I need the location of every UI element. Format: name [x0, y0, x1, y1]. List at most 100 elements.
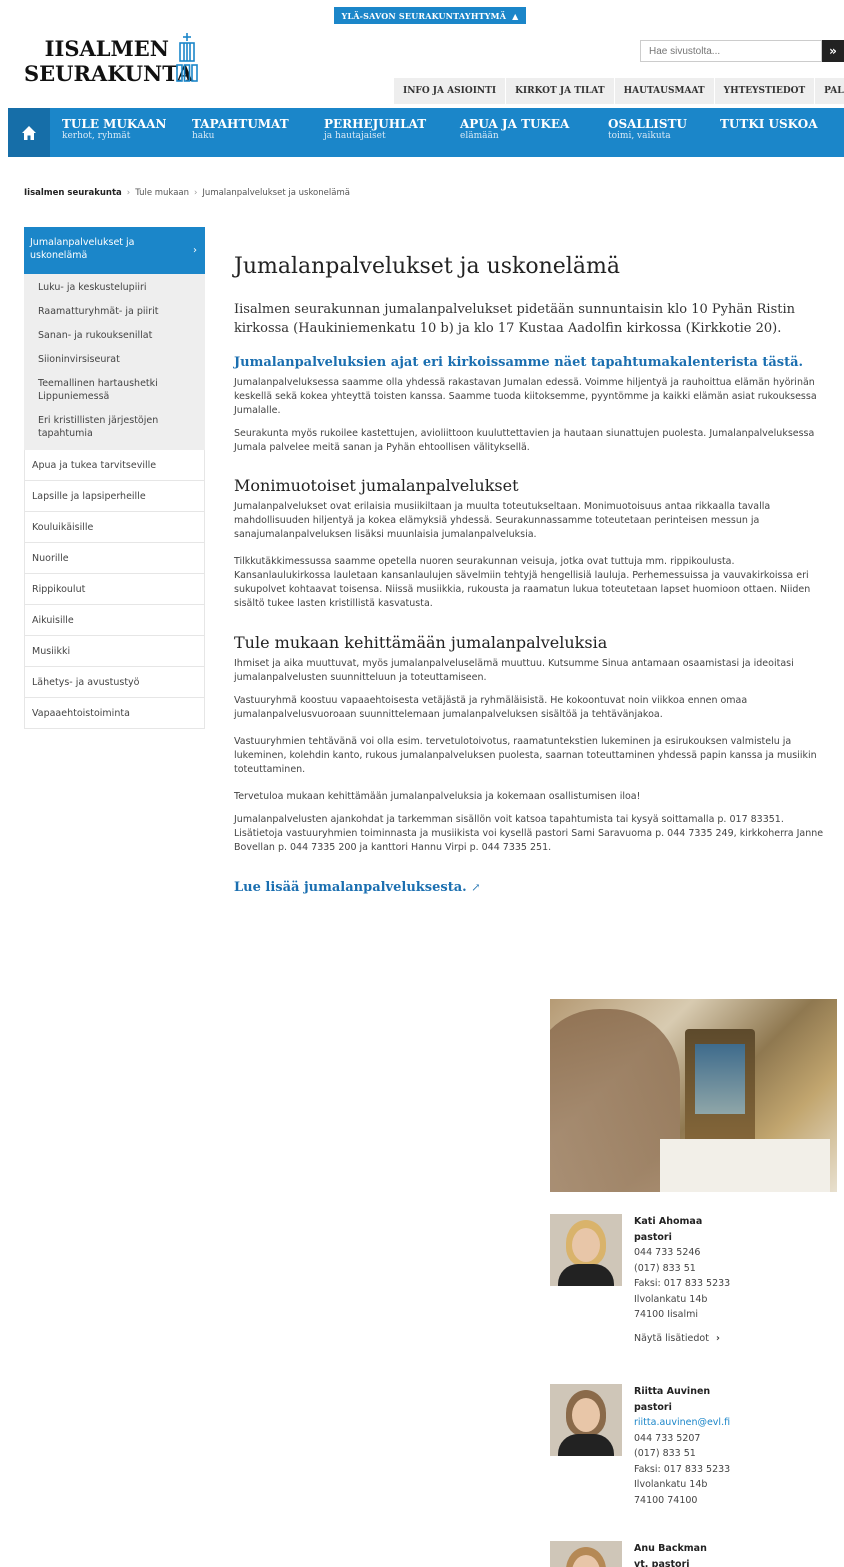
sidebar-item[interactable]: Apua ja tukea tarvitseville: [24, 450, 205, 481]
contact-city: 74100 Iisalmi: [634, 1309, 698, 1320]
sidebar-item[interactable]: Vapaaehtoistoiminta: [24, 698, 205, 729]
search-input[interactable]: [640, 40, 822, 62]
contact-phone: (017) 833 51: [634, 1448, 696, 1459]
breadcrumb-home[interactable]: Iisalmen seurakunta: [24, 188, 122, 198]
chevron-right-icon: ›: [715, 1332, 720, 1344]
section-heading-diverse: Monimuotoiset jumalanpalvelukset: [234, 476, 519, 495]
sidebar-item[interactable]: Musiikki: [24, 636, 205, 667]
section-heading-develop: Tule mukaan kehittämään jumalanpalveluks…: [234, 633, 608, 652]
nav-events[interactable]: TAPAHTUMAT haku: [192, 108, 324, 157]
nav-events-title: TAPAHTUMAT: [192, 117, 289, 131]
contact-card: Riitta Auvinen pastori riitta.auvinen@ev…: [550, 1384, 840, 1524]
sidebar-subitem[interactable]: Sanan- ja rukouksenillat: [24, 324, 205, 348]
sidebar: Jumalanpalvelukset ja uskonelämä › Luku-…: [24, 227, 205, 729]
utility-nav-cemeteries[interactable]: HAUTAUSMAAT: [613, 78, 714, 104]
avatar: [550, 1541, 622, 1567]
paragraph: Vastuuryhmien tehtävänä voi olla esim. t…: [234, 736, 817, 775]
top-region-bar[interactable]: YLÄ-SAVON SEURAKUNTAYHTYMÄ ▲: [334, 7, 526, 24]
breadcrumb-current: Jumalanpalvelukset ja uskonelämä: [202, 188, 350, 198]
sidebar-item-active[interactable]: Jumalanpalvelukset ja uskonelämä ›: [24, 227, 205, 274]
utility-nav-contacts[interactable]: YHTEYSTIEDOT: [713, 78, 815, 104]
utility-nav: INFO JA ASIOINTI KIRKOT JA TILAT HAUTAUS…: [393, 78, 844, 104]
avatar: [550, 1214, 622, 1286]
contact-phone: 044 733 5207: [634, 1432, 701, 1444]
nav-help-sub: elämään: [460, 131, 499, 141]
contact-fax: Faksi: 017 833 5233: [634, 1278, 731, 1289]
contact-street: Ilvolankatu 14b: [634, 1293, 708, 1305]
nav-family-sub: ja hautajaiset: [324, 131, 386, 141]
nav-family-title: PERHEJUHLAT: [324, 117, 427, 131]
main-nav: TULE MUKAAN kerhot, ryhmät TAPAHTUMAT ha…: [8, 108, 844, 157]
breadcrumb: Iisalmen seurakunta › Tule mukaan › Jumalanp…: [24, 188, 350, 198]
sidebar-item[interactable]: Kouluikäisille: [24, 512, 205, 543]
sidebar-subitem[interactable]: Teemallinen hartaushetki Lippuniemessä: [24, 372, 205, 409]
paragraph: Vastuuryhmä koostuu vapaaehtoisesta vetä…: [234, 695, 748, 720]
sidebar-subitem[interactable]: Eri kristillisten järjestöjen tapahtumia: [24, 409, 205, 446]
logo-line1: IISALMEN: [44, 36, 169, 61]
contact-title: vt. pastori: [634, 1558, 690, 1567]
nav-participate-title: OSALLISTU: [608, 117, 687, 131]
logo-line2: SEURAKUNTA: [24, 61, 194, 86]
nav-join[interactable]: TULE MUKAAN kerhot, ryhmät: [62, 108, 192, 157]
breadcrumb-level1[interactable]: Tule mukaan: [135, 188, 189, 198]
contact-card: Anu Backman vt. pastori: [550, 1541, 840, 1567]
contact-phone: 044 733 5246: [634, 1247, 701, 1258]
search-button[interactable]: »: [822, 40, 844, 62]
sidebar-subitem[interactable]: Luku- ja keskustelupiiri: [24, 276, 205, 300]
sidebar-item[interactable]: Rippikoulut: [24, 574, 205, 605]
sidebar-active-label: Jumalanpalvelukset ja uskonelämä: [30, 237, 135, 261]
external-link-icon: ↗: [471, 881, 481, 894]
home-icon[interactable]: [8, 108, 50, 157]
sidebar-item[interactable]: Nuorille: [24, 543, 205, 574]
paragraph: Jumalanpalvelukset ovat erilaisia musiik…: [234, 501, 771, 540]
sidebar-item[interactable]: Aikuisille: [24, 605, 205, 636]
contact-street: Ilvolankatu 14b: [634, 1479, 708, 1490]
chevron-up-icon: ▲: [512, 10, 519, 21]
church-logo-icon: [176, 33, 198, 82]
avatar: [550, 1384, 622, 1456]
paragraph: Tilkkutäkkimessussa saamme opetella nuor…: [234, 556, 811, 609]
chevron-right-icon: ›: [193, 245, 197, 256]
paragraph: Jumalanpalveluksessa saamme olla yhdessä…: [234, 377, 817, 416]
nav-join-title: TULE MUKAAN: [62, 117, 167, 131]
lead-paragraph: Iisalmen seurakunnan jumalanpalvelukset …: [234, 302, 795, 336]
contact-name: Riitta Auvinen: [634, 1386, 711, 1397]
contact-title: pastori: [634, 1231, 672, 1243]
read-more-label: Lue lisää jumalanpalveluksesta.: [234, 880, 467, 895]
contact-phone: (017) 833 51: [634, 1262, 696, 1274]
logo[interactable]: IISALMEN SEURAKUNTA: [24, 33, 204, 90]
paragraph: Jumalanpalvelusten ajankohdat ja tarkemm…: [234, 814, 824, 853]
read-more-link[interactable]: Lue lisää jumalanpalveluksesta. ↗: [234, 879, 834, 897]
nav-participate[interactable]: OSALLISTU toimi, vaikuta: [608, 108, 720, 157]
contact-city: 74100 74100: [634, 1494, 698, 1506]
sidebar-items: Apua ja tukea tarvitseville Lapsille ja …: [24, 450, 205, 729]
nav-join-sub: kerhot, ryhmät: [62, 131, 131, 141]
sidebar-subitem[interactable]: Siioninvirsiseurat: [24, 348, 205, 372]
nav-help[interactable]: APUA JA TUKEA elämään: [460, 108, 608, 157]
contact-name: Anu Backman: [634, 1543, 707, 1554]
nav-faith-title: TUTKI USKOA: [720, 117, 818, 131]
utility-nav-info[interactable]: INFO JA ASIOINTI: [393, 78, 506, 104]
contact-email[interactable]: riitta.auvinen@evl.fi: [634, 1415, 730, 1431]
nav-family[interactable]: PERHEJUHLAT ja hautajaiset: [324, 108, 460, 157]
top-region-label: YLÄ-SAVON SEURAKUNTAYHTYMÄ: [341, 10, 507, 21]
contact-fax: Faksi: 017 833 5233: [634, 1463, 731, 1475]
calendar-link[interactable]: Jumalanpalveluksien ajat eri kirkoissamm…: [234, 354, 834, 372]
church-photo: [550, 999, 837, 1192]
paragraph: Seurakunta myös rukoilee kastettujen, av…: [234, 428, 815, 453]
paragraph: Ihmiset ja aika muuttuvat, myös jumalanp…: [234, 658, 794, 683]
page-title: Jumalanpalvelukset ja uskonelämä: [234, 254, 620, 279]
sidebar-item[interactable]: Lähetys- ja avustustyö: [24, 667, 205, 698]
utility-nav-feedback[interactable]: PALAUTE: [814, 78, 844, 104]
utility-nav-churches[interactable]: KIRKOT JA TILAT: [505, 78, 614, 104]
nav-events-sub: haku: [192, 131, 215, 141]
contact-title: pastori: [634, 1401, 672, 1413]
nav-participate-sub: toimi, vaikuta: [608, 131, 671, 141]
sidebar-item[interactable]: Lapsille ja lapsiperheille: [24, 481, 205, 512]
nav-help-title: APUA JA TUKEA: [460, 117, 570, 131]
paragraph: Tervetuloa mukaan kehittämään jumalanpal…: [234, 791, 641, 802]
show-details-link[interactable]: Näytä lisätiedot ›: [634, 1331, 730, 1347]
contact-card: Kati Ahomaa pastori 044 733 5246 (017) 8…: [550, 1214, 840, 1364]
nav-faith[interactable]: TUTKI USKOA: [720, 108, 820, 157]
sidebar-subitem[interactable]: Raamatturyhmät- ja piirit: [24, 300, 205, 324]
